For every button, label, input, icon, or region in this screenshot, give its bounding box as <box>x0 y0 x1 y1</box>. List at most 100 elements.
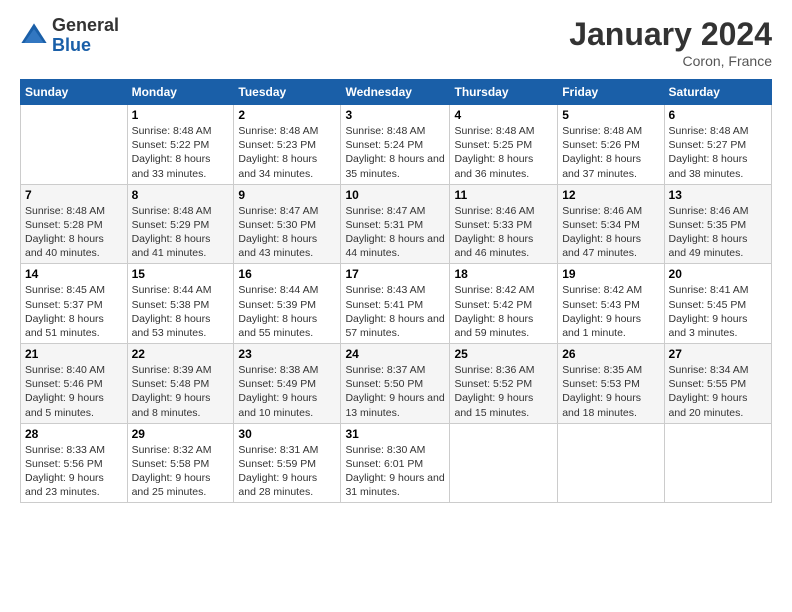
day-number: 16 <box>238 267 336 281</box>
day-info: Sunrise: 8:48 AMSunset: 5:28 PMDaylight:… <box>25 205 105 260</box>
day-number: 2 <box>238 108 336 122</box>
day-number: 30 <box>238 427 336 441</box>
calendar-cell: 29 Sunrise: 8:32 AMSunset: 5:58 PMDaylig… <box>127 423 234 503</box>
day-number: 10 <box>345 188 445 202</box>
day-info: Sunrise: 8:35 AMSunset: 5:53 PMDaylight:… <box>562 364 642 419</box>
calendar-cell: 25 Sunrise: 8:36 AMSunset: 5:52 PMDaylig… <box>450 344 558 424</box>
calendar-cell: 22 Sunrise: 8:39 AMSunset: 5:48 PMDaylig… <box>127 344 234 424</box>
day-number: 17 <box>345 267 445 281</box>
header: General Blue January 2024 Coron, France <box>20 16 772 69</box>
week-row-4: 28 Sunrise: 8:33 AMSunset: 5:56 PMDaylig… <box>21 423 772 503</box>
day-info: Sunrise: 8:48 AMSunset: 5:27 PMDaylight:… <box>669 125 749 180</box>
day-number: 15 <box>132 267 230 281</box>
calendar-cell: 31 Sunrise: 8:30 AMSunset: 6:01 PMDaylig… <box>341 423 450 503</box>
calendar-cell: 4 Sunrise: 8:48 AMSunset: 5:25 PMDayligh… <box>450 105 558 185</box>
col-wednesday: Wednesday <box>341 80 450 105</box>
day-info: Sunrise: 8:48 AMSunset: 5:25 PMDaylight:… <box>454 125 534 180</box>
calendar-cell <box>664 423 771 503</box>
day-info: Sunrise: 8:37 AMSunset: 5:50 PMDaylight:… <box>345 364 444 419</box>
day-number: 25 <box>454 347 553 361</box>
day-info: Sunrise: 8:30 AMSunset: 6:01 PMDaylight:… <box>345 444 444 499</box>
calendar-body: 1 Sunrise: 8:48 AMSunset: 5:22 PMDayligh… <box>21 105 772 503</box>
calendar-cell: 7 Sunrise: 8:48 AMSunset: 5:28 PMDayligh… <box>21 184 128 264</box>
calendar-cell: 26 Sunrise: 8:35 AMSunset: 5:53 PMDaylig… <box>558 344 664 424</box>
calendar-cell: 19 Sunrise: 8:42 AMSunset: 5:43 PMDaylig… <box>558 264 664 344</box>
week-row-1: 7 Sunrise: 8:48 AMSunset: 5:28 PMDayligh… <box>21 184 772 264</box>
calendar-cell: 10 Sunrise: 8:47 AMSunset: 5:31 PMDaylig… <box>341 184 450 264</box>
col-sunday: Sunday <box>21 80 128 105</box>
day-number: 8 <box>132 188 230 202</box>
calendar-cell: 24 Sunrise: 8:37 AMSunset: 5:50 PMDaylig… <box>341 344 450 424</box>
day-number: 23 <box>238 347 336 361</box>
day-number: 3 <box>345 108 445 122</box>
day-info: Sunrise: 8:44 AMSunset: 5:39 PMDaylight:… <box>238 284 318 339</box>
calendar-cell: 11 Sunrise: 8:46 AMSunset: 5:33 PMDaylig… <box>450 184 558 264</box>
day-number: 31 <box>345 427 445 441</box>
day-number: 13 <box>669 188 767 202</box>
day-info: Sunrise: 8:31 AMSunset: 5:59 PMDaylight:… <box>238 444 318 499</box>
day-info: Sunrise: 8:42 AMSunset: 5:43 PMDaylight:… <box>562 284 642 339</box>
calendar-cell: 13 Sunrise: 8:46 AMSunset: 5:35 PMDaylig… <box>664 184 771 264</box>
day-info: Sunrise: 8:39 AMSunset: 5:48 PMDaylight:… <box>132 364 212 419</box>
calendar-cell: 1 Sunrise: 8:48 AMSunset: 5:22 PMDayligh… <box>127 105 234 185</box>
calendar-cell: 21 Sunrise: 8:40 AMSunset: 5:46 PMDaylig… <box>21 344 128 424</box>
week-row-0: 1 Sunrise: 8:48 AMSunset: 5:22 PMDayligh… <box>21 105 772 185</box>
calendar-cell: 17 Sunrise: 8:43 AMSunset: 5:41 PMDaylig… <box>341 264 450 344</box>
day-info: Sunrise: 8:48 AMSunset: 5:29 PMDaylight:… <box>132 205 212 260</box>
day-number: 6 <box>669 108 767 122</box>
day-info: Sunrise: 8:34 AMSunset: 5:55 PMDaylight:… <box>669 364 749 419</box>
calendar-cell: 9 Sunrise: 8:47 AMSunset: 5:30 PMDayligh… <box>234 184 341 264</box>
day-info: Sunrise: 8:46 AMSunset: 5:33 PMDaylight:… <box>454 205 534 260</box>
day-number: 5 <box>562 108 659 122</box>
day-info: Sunrise: 8:46 AMSunset: 5:35 PMDaylight:… <box>669 205 749 260</box>
day-number: 27 <box>669 347 767 361</box>
month-title: January 2024 <box>569 16 772 53</box>
day-number: 14 <box>25 267 123 281</box>
logo-text: General Blue <box>52 16 119 56</box>
day-info: Sunrise: 8:43 AMSunset: 5:41 PMDaylight:… <box>345 284 444 339</box>
day-number: 4 <box>454 108 553 122</box>
calendar-cell: 6 Sunrise: 8:48 AMSunset: 5:27 PMDayligh… <box>664 105 771 185</box>
logo-icon <box>20 22 48 50</box>
calendar-cell: 14 Sunrise: 8:45 AMSunset: 5:37 PMDaylig… <box>21 264 128 344</box>
day-number: 1 <box>132 108 230 122</box>
day-number: 7 <box>25 188 123 202</box>
calendar-cell: 2 Sunrise: 8:48 AMSunset: 5:23 PMDayligh… <box>234 105 341 185</box>
location: Coron, France <box>569 53 772 69</box>
title-block: January 2024 Coron, France <box>569 16 772 69</box>
col-friday: Friday <box>558 80 664 105</box>
day-number: 18 <box>454 267 553 281</box>
day-info: Sunrise: 8:32 AMSunset: 5:58 PMDaylight:… <box>132 444 212 499</box>
week-row-3: 21 Sunrise: 8:40 AMSunset: 5:46 PMDaylig… <box>21 344 772 424</box>
logo: General Blue <box>20 16 119 56</box>
logo-general-label: General <box>52 16 119 36</box>
day-info: Sunrise: 8:47 AMSunset: 5:31 PMDaylight:… <box>345 205 444 260</box>
day-number: 29 <box>132 427 230 441</box>
col-thursday: Thursday <box>450 80 558 105</box>
calendar-cell: 3 Sunrise: 8:48 AMSunset: 5:24 PMDayligh… <box>341 105 450 185</box>
calendar-header: Sunday Monday Tuesday Wednesday Thursday… <box>21 80 772 105</box>
day-info: Sunrise: 8:42 AMSunset: 5:42 PMDaylight:… <box>454 284 534 339</box>
calendar-table: Sunday Monday Tuesday Wednesday Thursday… <box>20 79 772 503</box>
day-info: Sunrise: 8:41 AMSunset: 5:45 PMDaylight:… <box>669 284 749 339</box>
calendar-cell: 12 Sunrise: 8:46 AMSunset: 5:34 PMDaylig… <box>558 184 664 264</box>
day-info: Sunrise: 8:36 AMSunset: 5:52 PMDaylight:… <box>454 364 534 419</box>
calendar-cell: 18 Sunrise: 8:42 AMSunset: 5:42 PMDaylig… <box>450 264 558 344</box>
week-row-2: 14 Sunrise: 8:45 AMSunset: 5:37 PMDaylig… <box>21 264 772 344</box>
day-info: Sunrise: 8:38 AMSunset: 5:49 PMDaylight:… <box>238 364 318 419</box>
page: General Blue January 2024 Coron, France … <box>0 0 792 612</box>
calendar-cell: 23 Sunrise: 8:38 AMSunset: 5:49 PMDaylig… <box>234 344 341 424</box>
col-tuesday: Tuesday <box>234 80 341 105</box>
calendar-cell: 28 Sunrise: 8:33 AMSunset: 5:56 PMDaylig… <box>21 423 128 503</box>
day-info: Sunrise: 8:44 AMSunset: 5:38 PMDaylight:… <box>132 284 212 339</box>
calendar-cell: 16 Sunrise: 8:44 AMSunset: 5:39 PMDaylig… <box>234 264 341 344</box>
calendar-cell <box>450 423 558 503</box>
day-info: Sunrise: 8:45 AMSunset: 5:37 PMDaylight:… <box>25 284 105 339</box>
day-info: Sunrise: 8:47 AMSunset: 5:30 PMDaylight:… <box>238 205 318 260</box>
calendar-cell: 27 Sunrise: 8:34 AMSunset: 5:55 PMDaylig… <box>664 344 771 424</box>
calendar-cell: 15 Sunrise: 8:44 AMSunset: 5:38 PMDaylig… <box>127 264 234 344</box>
day-info: Sunrise: 8:40 AMSunset: 5:46 PMDaylight:… <box>25 364 105 419</box>
day-info: Sunrise: 8:48 AMSunset: 5:26 PMDaylight:… <box>562 125 642 180</box>
calendar-cell: 8 Sunrise: 8:48 AMSunset: 5:29 PMDayligh… <box>127 184 234 264</box>
day-number: 21 <box>25 347 123 361</box>
